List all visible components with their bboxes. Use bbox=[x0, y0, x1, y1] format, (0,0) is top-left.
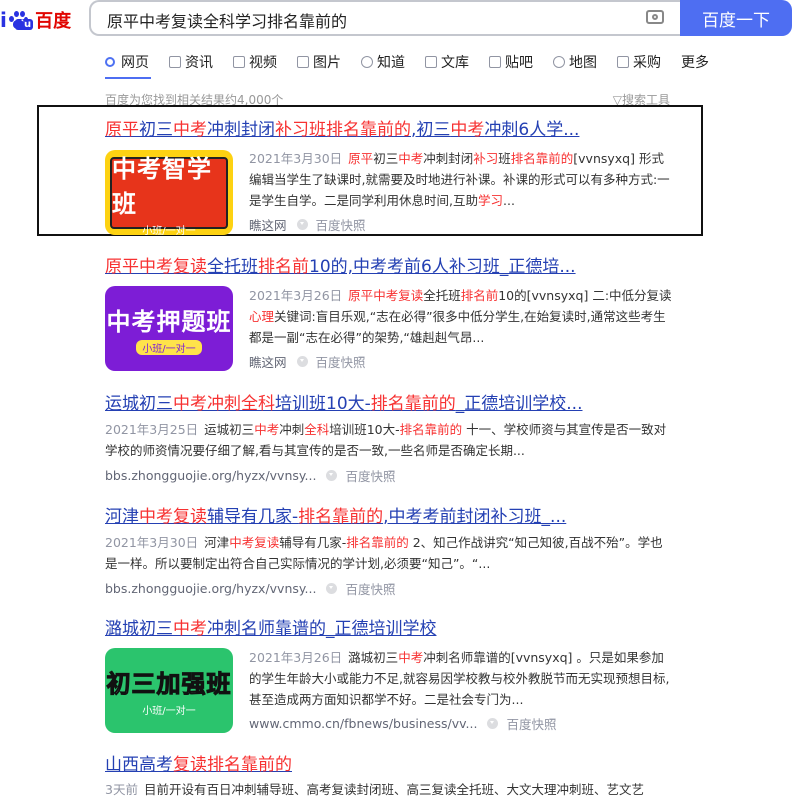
dropdown-icon[interactable] bbox=[296, 219, 308, 230]
source-url[interactable]: bbs.zhongguojie.org/hyzx/vvnsy... bbox=[105, 581, 316, 596]
tab-map[interactable]: 地图 bbox=[553, 50, 597, 74]
dropdown-icon[interactable] bbox=[326, 470, 338, 481]
thumbnail-title: 中考智学班 bbox=[112, 154, 212, 218]
source-name[interactable]: 瞧这网 bbox=[249, 215, 287, 234]
video-icon bbox=[233, 56, 245, 68]
tab-label: 贴吧 bbox=[505, 55, 533, 71]
search-icon bbox=[105, 57, 115, 67]
thumbnail-subtitle: 小班/一对一 bbox=[142, 706, 196, 717]
news-icon bbox=[169, 56, 181, 68]
tab-label: 采购 bbox=[633, 55, 661, 71]
tab-web[interactable]: 网页 bbox=[105, 50, 149, 74]
tab-image[interactable]: 图片 bbox=[297, 50, 341, 74]
search-button[interactable]: 百度一下 bbox=[680, 0, 792, 36]
tab-label: 网页 bbox=[121, 55, 149, 71]
result-abstract: 2021年3月26日 潞城初三中考冲刺名师靠谱的[vvnsyxq] 。只是如果参加… bbox=[249, 650, 670, 707]
purchase-icon bbox=[617, 56, 629, 68]
tab-label: 更多 bbox=[681, 55, 709, 71]
doc-icon bbox=[425, 56, 437, 68]
snapshot-link[interactable]: 百度快照 bbox=[345, 579, 395, 598]
baidu-logo[interactable]: i du 百度 bbox=[0, 2, 71, 38]
tab-tieba[interactable]: 贴吧 bbox=[489, 50, 533, 74]
result-abstract: 2021年3月26日 原平中考复读全托班排名前10的[vvnsyxq] 二:中低分… bbox=[249, 288, 672, 345]
result-date: 2021年3月30日 bbox=[105, 535, 199, 550]
tab-label: 地图 bbox=[569, 55, 597, 71]
tab-purchase[interactable]: 采购 bbox=[617, 50, 661, 74]
result-date: 3天前 bbox=[105, 782, 138, 797]
result-source: bbs.zhongguojie.org/hyzx/vvnsy... 百度快照 bbox=[105, 466, 675, 485]
result-title[interactable]: 原平中考复读全托班排名前10的,中考考前6人补习班_正德培... bbox=[105, 256, 675, 278]
result-source: bbs.zhongguojie.org/hyzx/vvnsy... 百度快照 bbox=[105, 579, 675, 598]
result-abstract: 2021年3月30日 河津中考复读辅导有几家-排名靠前的 2、知己作战讲究“知己知… bbox=[105, 535, 663, 571]
result-title[interactable]: 河津中考复读辅导有几家-排名靠前的,中考考前封闭补习班_... bbox=[105, 506, 675, 528]
question-icon bbox=[361, 56, 373, 68]
tab-more[interactable]: 更多 bbox=[681, 50, 709, 74]
search-result: 原平中考复读全托班排名前10的,中考考前6人补习班_正德培... 中考押题班 小… bbox=[105, 256, 675, 371]
result-thumbnail[interactable]: 中考押题班 小班/一对一 bbox=[105, 286, 233, 371]
tab-label: 文库 bbox=[441, 55, 469, 71]
result-date: 2021年3月30日 bbox=[249, 151, 343, 166]
source-url[interactable]: www.cmmo.cn/fbnews/business/vv... bbox=[249, 716, 477, 731]
search-result: 山西高考复读排名靠前的 3天前 目前开设有百日冲刺辅导班、高考复读封闭班、高三复读… bbox=[105, 754, 675, 800]
tab-label: 图片 bbox=[313, 55, 341, 71]
search-tabs: 网页 资讯 视频 图片 知道 文库 贴吧 地图 采购 更多 bbox=[105, 50, 729, 74]
search-result: 河津中考复读辅导有几家-排名靠前的,中考考前封闭补习班_... 2021年3月3… bbox=[105, 506, 675, 598]
tab-label: 资讯 bbox=[185, 55, 213, 71]
tab-label: 知道 bbox=[377, 55, 405, 71]
paw-icon bbox=[8, 10, 28, 30]
camera-icon[interactable] bbox=[646, 10, 664, 24]
header: i du 百度 百度一下 bbox=[0, 0, 800, 40]
thumbnail-subtitle: 小班/一对一 bbox=[136, 340, 202, 355]
result-date: 2021年3月26日 bbox=[249, 288, 343, 303]
tab-news[interactable]: 资讯 bbox=[169, 50, 213, 74]
tab-zhidao[interactable]: 知道 bbox=[361, 50, 405, 74]
result-source: 瞧这网 百度快照 bbox=[249, 215, 675, 234]
search-result: 潞城初三中考冲刺名师靠谱的_正德培训学校 初三加强班 小班/一对一 2021年3… bbox=[105, 618, 675, 733]
result-title[interactable]: 运城初三中考冲刺全科培训班10大-排名靠前的_正德培训学校... bbox=[105, 393, 675, 415]
search-box bbox=[89, 0, 680, 36]
result-source: www.cmmo.cn/fbnews/business/vv... 百度快照 bbox=[249, 714, 675, 733]
result-abstract: 2021年3月30日 原平初三中考冲刺封闭补习班排名靠前的[vvnsyxq] 形式… bbox=[249, 151, 670, 208]
result-title[interactable]: 山西高考复读排名靠前的 bbox=[105, 754, 675, 776]
search-result: 运城初三中考冲刺全科培训班10大-排名靠前的_正德培训学校... 2021年3月… bbox=[105, 393, 675, 485]
source-url[interactable]: bbs.zhongguojie.org/hyzx/vvnsy... bbox=[105, 468, 316, 483]
search-input[interactable] bbox=[105, 8, 629, 32]
source-name[interactable]: 瞧这网 bbox=[249, 352, 287, 371]
dropdown-icon[interactable] bbox=[487, 718, 499, 729]
thumbnail-title: 初三加强班 bbox=[106, 670, 232, 699]
result-thumbnail[interactable]: 初三加强班 小班/一对一 bbox=[105, 648, 233, 733]
result-abstract: 3天前 目前开设有百日冲刺辅导班、高考复读封闭班、高三复读全托班、大文大理冲刺班、… bbox=[105, 782, 644, 797]
result-thumbnail[interactable]: 中考智学班 小班/一对一 bbox=[105, 150, 233, 235]
search-result: 原平初三中考冲刺封闭补习班排名靠前的,初三中考冲刺6人学... 中考智学班 小班… bbox=[105, 119, 675, 235]
logo-letter-i: i bbox=[0, 8, 7, 32]
snapshot-link[interactable]: 百度快照 bbox=[345, 466, 395, 485]
tab-video[interactable]: 视频 bbox=[233, 50, 277, 74]
thumbnail-subtitle: 小班/一对一 bbox=[142, 225, 196, 236]
tab-wenku[interactable]: 文库 bbox=[425, 50, 469, 74]
result-abstract: 2021年3月25日 运城初三中考冲刺全科培训班10大-排名靠前的 十一、学校师资… bbox=[105, 422, 667, 458]
image-icon bbox=[297, 56, 309, 68]
result-source: 瞧这网 百度快照 bbox=[249, 352, 675, 371]
thumbnail-title: 中考押题班 bbox=[106, 308, 232, 336]
logo-text: 百度 bbox=[35, 11, 72, 32]
result-date: 2021年3月26日 bbox=[249, 650, 343, 665]
result-title[interactable]: 原平初三中考冲刺封闭补习班排名靠前的,初三中考冲刺6人学... bbox=[105, 119, 675, 141]
tab-label: 视频 bbox=[249, 55, 277, 71]
snapshot-link[interactable]: 百度快照 bbox=[316, 215, 366, 234]
dropdown-icon[interactable] bbox=[326, 583, 338, 594]
active-tab-indicator bbox=[105, 77, 151, 79]
dropdown-icon[interactable] bbox=[296, 356, 308, 367]
result-title[interactable]: 潞城初三中考冲刺名师靠谱的_正德培训学校 bbox=[105, 618, 675, 640]
map-icon bbox=[553, 56, 565, 68]
tieba-icon bbox=[489, 56, 501, 68]
result-date: 2021年3月25日 bbox=[105, 422, 199, 437]
snapshot-link[interactable]: 百度快照 bbox=[506, 714, 556, 733]
snapshot-link[interactable]: 百度快照 bbox=[316, 352, 366, 371]
